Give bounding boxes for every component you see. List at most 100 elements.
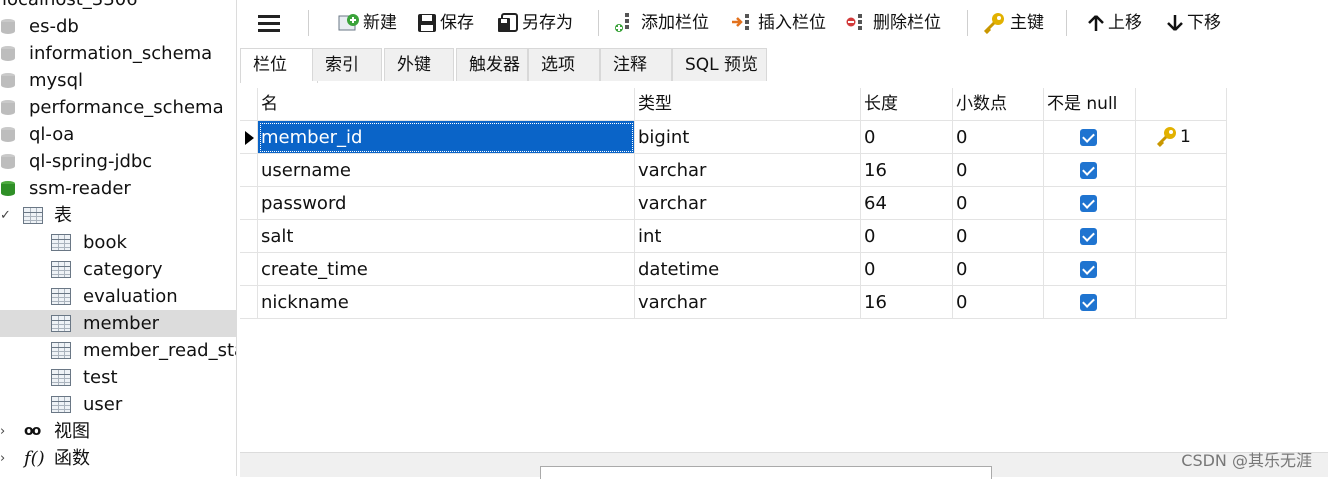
chevron-down-icon[interactable]: ✓: [0, 202, 11, 229]
not-null-checkbox[interactable]: [1080, 261, 1097, 278]
tab-options[interactable]: 选项: [528, 48, 600, 81]
tree-db-information-schema[interactable]: information_schema: [0, 40, 236, 67]
field-length-cell[interactable]: 0: [861, 121, 953, 154]
toolbar: 新建 保存 另存为 添加栏位 插入栏位 删除栏位 主键 上移 下移: [244, 0, 1328, 46]
move-down-button[interactable]: 下移: [1166, 9, 1221, 37]
field-not-null-cell: [1044, 220, 1136, 253]
insert-field-icon: [732, 14, 749, 30]
field-type-cell[interactable]: varchar: [635, 154, 861, 187]
tab-triggers[interactable]: 触发器: [456, 48, 528, 81]
field-name-cell[interactable]: password: [258, 187, 635, 220]
tree-db-ql-oa[interactable]: ql-oa: [0, 121, 236, 148]
column-header-not-null[interactable]: 不是 null: [1044, 88, 1136, 121]
delete-field-button[interactable]: 删除栏位: [846, 9, 941, 37]
table-icon: [51, 315, 71, 332]
tree-table-book[interactable]: book: [0, 229, 236, 256]
field-key-cell: [1136, 220, 1227, 253]
field-length-cell[interactable]: 64: [861, 187, 953, 220]
field-key-cell: [1136, 286, 1227, 319]
field-decimals-cell[interactable]: 0: [953, 121, 1044, 154]
row-indicator-header: [240, 88, 258, 121]
move-up-button[interactable]: 上移: [1087, 9, 1142, 37]
primary-key-button[interactable]: 主键: [983, 9, 1044, 37]
field-length-cell[interactable]: 0: [861, 253, 953, 286]
tab-indexes[interactable]: 索引: [312, 48, 382, 81]
not-null-checkbox[interactable]: [1080, 162, 1097, 179]
column-header-decimals[interactable]: 小数点: [953, 88, 1044, 121]
field-type-cell[interactable]: int: [635, 220, 861, 253]
tree-connection[interactable]: localhost_3306: [0, 0, 236, 13]
not-null-checkbox[interactable]: [1080, 228, 1097, 245]
tree-db-mysql[interactable]: mysql: [0, 67, 236, 94]
field-name-cell[interactable]: nickname: [258, 286, 635, 319]
tree-table-evaluation[interactable]: evaluation: [0, 283, 236, 310]
add-field-button[interactable]: 添加栏位: [614, 9, 709, 37]
field-type-cell[interactable]: varchar: [635, 187, 861, 220]
move-down-button-label: 下移: [1187, 13, 1221, 33]
tree-group-tables[interactable]: ✓ 表: [0, 202, 236, 229]
database-open-icon: [1, 181, 15, 197]
field-decimals-cell[interactable]: 0: [953, 286, 1044, 319]
tree-group-views[interactable]: › oo 视图: [0, 418, 236, 445]
field-decimals-cell[interactable]: 0: [953, 253, 1044, 286]
field-length-cell[interactable]: 16: [861, 286, 953, 319]
row-indicator[interactable]: [240, 220, 258, 253]
field-name-cell[interactable]: username: [258, 154, 635, 187]
field-not-null-cell: [1044, 154, 1136, 187]
tables-folder-icon: [23, 207, 43, 224]
field-type-cell[interactable]: varchar: [635, 286, 861, 319]
tree-group-functions[interactable]: › f() 函数: [0, 445, 236, 472]
table-icon: [51, 342, 71, 359]
field-type-cell[interactable]: datetime: [635, 253, 861, 286]
field-decimals-cell[interactable]: 0: [953, 154, 1044, 187]
tree-table-test[interactable]: test: [0, 364, 236, 391]
not-null-checkbox[interactable]: [1080, 129, 1097, 146]
field-name-cell[interactable]: salt: [258, 220, 635, 253]
field-decimals-cell[interactable]: 0: [953, 220, 1044, 253]
tree-table-label: test: [83, 367, 118, 388]
column-header-key[interactable]: [1136, 88, 1227, 121]
field-name-cell[interactable]: create_time: [258, 253, 635, 286]
not-null-checkbox[interactable]: [1080, 195, 1097, 212]
row-indicator[interactable]: [240, 154, 258, 187]
new-button[interactable]: 新建: [338, 9, 397, 37]
field-name-cell[interactable]: member_id: [258, 121, 635, 154]
comment-input[interactable]: [540, 466, 992, 479]
field-type-cell[interactable]: bigint: [635, 121, 861, 154]
column-header-name[interactable]: 名: [258, 88, 635, 121]
tree-db-label: ql-spring-jdbc: [29, 151, 153, 172]
tab-comment[interactable]: 注释: [600, 48, 672, 81]
tree-db-es-db[interactable]: es-db: [0, 13, 236, 40]
field-decimals-cell[interactable]: 0: [953, 187, 1044, 220]
insert-field-button[interactable]: 插入栏位: [731, 9, 826, 37]
tab-foreign-keys[interactable]: 外键: [384, 48, 454, 81]
not-null-checkbox[interactable]: [1080, 294, 1097, 311]
save-button[interactable]: 保存: [417, 9, 474, 37]
tree-table-member-read-sta[interactable]: member_read_sta: [0, 337, 236, 364]
tab-sql-preview[interactable]: SQL 预览: [672, 48, 767, 81]
tree-table-member[interactable]: member: [0, 310, 236, 337]
menu-button[interactable]: [258, 9, 283, 37]
tree-table-category[interactable]: category: [0, 256, 236, 283]
tree-db-label: information_schema: [29, 43, 213, 64]
field-length-cell[interactable]: 16: [861, 154, 953, 187]
table-icon: [51, 369, 71, 386]
chevron-right-icon[interactable]: ›: [0, 445, 10, 472]
column-header-type[interactable]: 类型: [635, 88, 861, 121]
tree-table-label: user: [83, 394, 123, 415]
tree-db-performance-schema[interactable]: performance_schema: [0, 94, 236, 121]
column-header-length[interactable]: 长度: [861, 88, 953, 121]
tree-table-label: category: [83, 259, 163, 280]
tree-db-ssm-reader[interactable]: ssm-reader: [0, 175, 236, 202]
tree-db-ql-spring-jdbc[interactable]: ql-spring-jdbc: [0, 148, 236, 175]
row-indicator[interactable]: [240, 187, 258, 220]
tree-db-label: es-db: [29, 16, 79, 37]
chevron-right-icon[interactable]: ›: [0, 418, 10, 445]
save-as-button[interactable]: 另存为: [497, 9, 573, 37]
tab-fields[interactable]: 栏位: [240, 48, 318, 83]
tree-table-user[interactable]: user: [0, 391, 236, 418]
row-indicator[interactable]: [240, 253, 258, 286]
row-indicator[interactable]: [240, 286, 258, 319]
field-length-cell[interactable]: 0: [861, 220, 953, 253]
row-indicator[interactable]: [240, 121, 258, 154]
